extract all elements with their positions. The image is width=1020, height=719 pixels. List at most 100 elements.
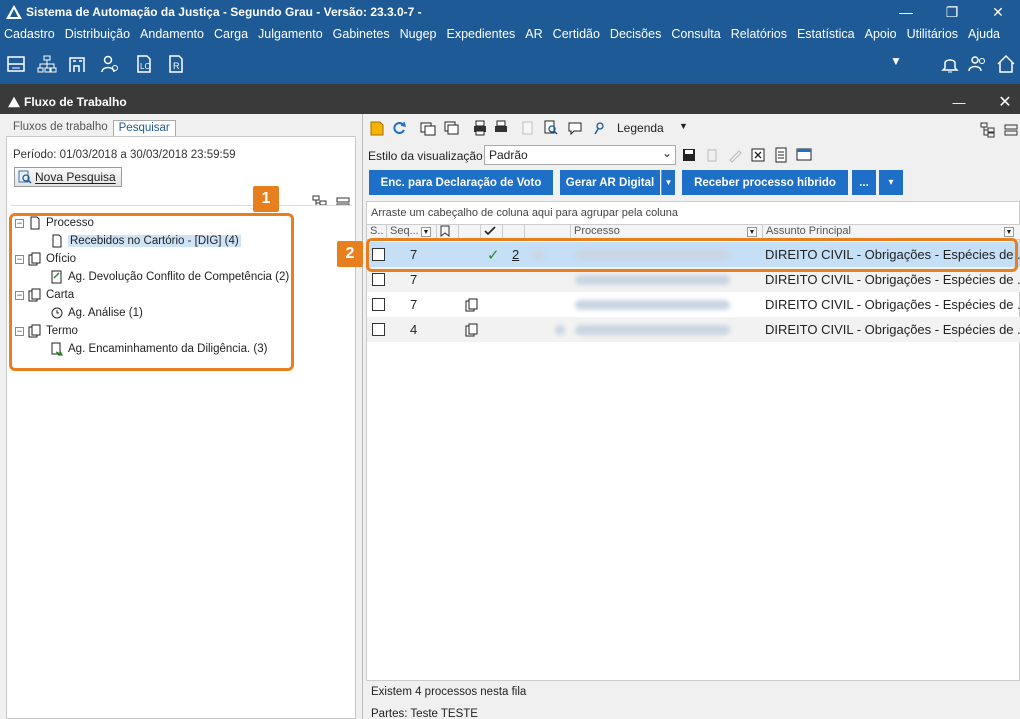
dropdown-icon[interactable]: ▼ — [886, 54, 906, 74]
menu-item-1[interactable]: Distribuição — [65, 27, 130, 41]
callout-1-badge: 1 — [253, 186, 279, 212]
callout-2-box — [366, 238, 1018, 272]
row-seq: 7 — [410, 297, 418, 312]
tree-collapse-icon[interactable] — [1003, 122, 1019, 138]
window-minimize-icon[interactable]: — — [936, 90, 982, 114]
document-lo-icon[interactable]: LO — [134, 54, 154, 74]
search-icon — [18, 170, 32, 184]
user-gear-icon[interactable] — [100, 54, 120, 74]
row-checkbox[interactable] — [372, 292, 385, 317]
status-count: Existem 4 processos nesta fila — [371, 686, 527, 698]
menu-item-6[interactable]: Nugep — [400, 27, 437, 41]
enc-declaracao-voto-button[interactable]: Enc. para Declaração de Voto — [369, 170, 553, 195]
documents-icon — [465, 317, 479, 342]
menu-item-12[interactable]: Relatórios — [731, 27, 787, 41]
bell-icon[interactable] — [940, 54, 960, 74]
right-panel: Legenda ▼ Estilo da visualização Padrão … — [365, 114, 1020, 719]
menu-item-10[interactable]: Decisões — [610, 27, 661, 41]
home-icon[interactable] — [996, 54, 1016, 74]
window-stack-icon[interactable] — [443, 120, 459, 136]
gerar-ar-dropdown-icon[interactable]: ▼ — [661, 170, 675, 195]
tab-fluxos[interactable]: Fluxos de trabalho — [8, 120, 113, 136]
menu-item-13[interactable]: Estatística — [797, 27, 855, 41]
row-seq: 4 — [410, 322, 418, 337]
refresh-icon[interactable] — [391, 120, 407, 136]
menu-item-5[interactable]: Gabinetes — [333, 27, 390, 41]
user-search-icon[interactable] — [591, 120, 607, 136]
estilo-select[interactable]: Padrão ⌄ — [484, 145, 676, 165]
menu-item-8[interactable]: AR — [525, 27, 542, 41]
menu-item-4[interactable]: Julgamento — [258, 27, 323, 41]
row-blurred-icon — [555, 317, 565, 342]
row-assunto: DIREITO CIVIL - Obrigações - Espécies de… — [765, 297, 1020, 312]
comment-icon[interactable] — [567, 120, 583, 136]
close-icon[interactable]: ✕ — [975, 0, 1020, 24]
print-preview-icon[interactable] — [493, 120, 509, 136]
chevron-down-icon: ⌄ — [661, 146, 672, 160]
gerar-ar-digital-button[interactable]: Gerar AR Digital — [560, 170, 660, 195]
documents-icon — [465, 292, 479, 317]
row-assunto: DIREITO CIVIL - Obrigações - Espécies de… — [765, 322, 1020, 337]
left-tabs: Fluxos de trabalho Pesquisar — [8, 120, 176, 136]
menu-item-15[interactable]: Utilitários — [907, 27, 958, 41]
minimize-icon[interactable]: — — [883, 0, 929, 24]
table-row[interactable]: 7 DIREITO CIVIL - Obrigações - Espécies … — [367, 292, 1020, 317]
bookmark-icon — [440, 225, 450, 237]
window-close-icon[interactable]: ✕ — [982, 90, 1020, 114]
menu-bar: Cadastro Distribuição Andamento Carga Julgam… — [0, 24, 1020, 44]
col-processo-filter-icon[interactable]: ▼ — [747, 227, 757, 237]
tree-expand-icon[interactable] — [980, 122, 996, 138]
save-icon[interactable] — [681, 147, 697, 163]
menu-item-2[interactable]: Andamento — [140, 27, 204, 41]
window-layout-icon[interactable] — [796, 147, 812, 163]
partes-label: Partes: Teste TESTE — [371, 708, 478, 719]
print-icon[interactable] — [472, 120, 488, 136]
copy-disabled-icon — [520, 120, 536, 136]
callout-1-box — [9, 213, 294, 371]
excel-icon[interactable] — [750, 147, 766, 163]
svg-text:LO: LO — [140, 62, 151, 71]
periodo-label: Período: 01/03/2018 a 30/03/2018 23:59:5… — [13, 149, 236, 161]
menu-item-9[interactable]: Certidão — [553, 27, 600, 41]
menu-item-14[interactable]: Apoio — [865, 27, 897, 41]
nova-pesquisa-button[interactable]: Nova Pesquisa — [14, 167, 122, 187]
estilo-label: Estilo da visualização — [368, 149, 483, 163]
table-row[interactable]: 4 DIREITO CIVIL - Obrigações - Espécies … — [367, 317, 1020, 342]
window-logo-icon — [8, 96, 20, 108]
app-logo-icon — [6, 5, 22, 19]
legenda-label[interactable]: Legenda — [617, 121, 664, 135]
tab-pesquisar[interactable]: Pesquisar — [112, 120, 176, 136]
left-panel: Fluxos de trabalho Pesquisar Período: 01… — [0, 114, 363, 719]
users-icon[interactable] — [968, 54, 988, 74]
more-button[interactable]: ... — [852, 170, 876, 195]
menu-item-11[interactable]: Consulta — [671, 27, 720, 41]
restore-icon[interactable]: ❐ — [929, 0, 975, 24]
title-bar: Sistema de Automação da Justiça - Segund… — [0, 0, 1020, 24]
org-chart-icon[interactable] — [37, 54, 57, 74]
window-header: Fluxo de Trabalho — ✕ — [0, 90, 1020, 114]
menu-item-3[interactable]: Carga — [214, 27, 248, 41]
estilo-value: Padrão — [489, 148, 528, 162]
check-icon — [484, 226, 496, 236]
document-list-icon[interactable] — [773, 147, 789, 163]
edit-icon — [727, 147, 743, 163]
building-icon[interactable] — [68, 54, 88, 74]
inbox-icon[interactable] — [6, 54, 26, 74]
col-assunto-filter-icon[interactable]: ▼ — [1004, 227, 1014, 237]
overflow-dropdown-icon[interactable]: ▾ — [879, 170, 903, 195]
col-seq-filter-icon[interactable]: ▼ — [421, 227, 431, 237]
menu-item-0[interactable]: Cadastro — [4, 27, 55, 41]
row-processo-blurred — [575, 292, 730, 317]
nova-pesquisa-label: Nova Pesquisa — [35, 170, 116, 184]
folder-icon[interactable] — [369, 120, 385, 136]
document-r-icon[interactable]: R — [166, 54, 186, 74]
legenda-dropdown-icon[interactable]: ▼ — [679, 121, 688, 131]
receber-hibrido-button[interactable]: Receber processo híbrido — [682, 170, 848, 195]
menu-item-7[interactable]: Expedientes — [446, 27, 515, 41]
main-toolbar: LO R ▼ — [0, 44, 1020, 84]
row-checkbox[interactable] — [372, 317, 385, 342]
window-copy-icon[interactable] — [420, 120, 436, 136]
app-title: Sistema de Automação da Justiça - Segund… — [26, 5, 422, 19]
menu-item-16[interactable]: Ajuda — [968, 27, 1000, 41]
search-document-icon[interactable] — [543, 120, 559, 136]
